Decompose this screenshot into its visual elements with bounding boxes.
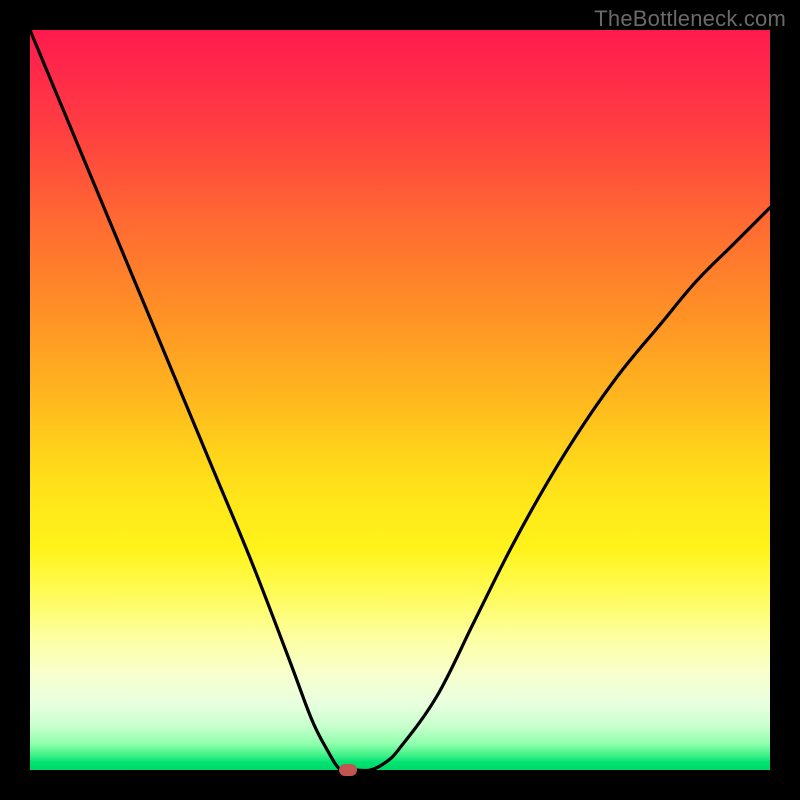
chart-frame: TheBottleneck.com (0, 0, 800, 800)
curve-svg (30, 30, 770, 770)
bottleneck-curve (30, 30, 770, 772)
plot-area (30, 30, 770, 770)
watermark-text: TheBottleneck.com (594, 6, 786, 32)
optimal-marker (339, 764, 357, 776)
